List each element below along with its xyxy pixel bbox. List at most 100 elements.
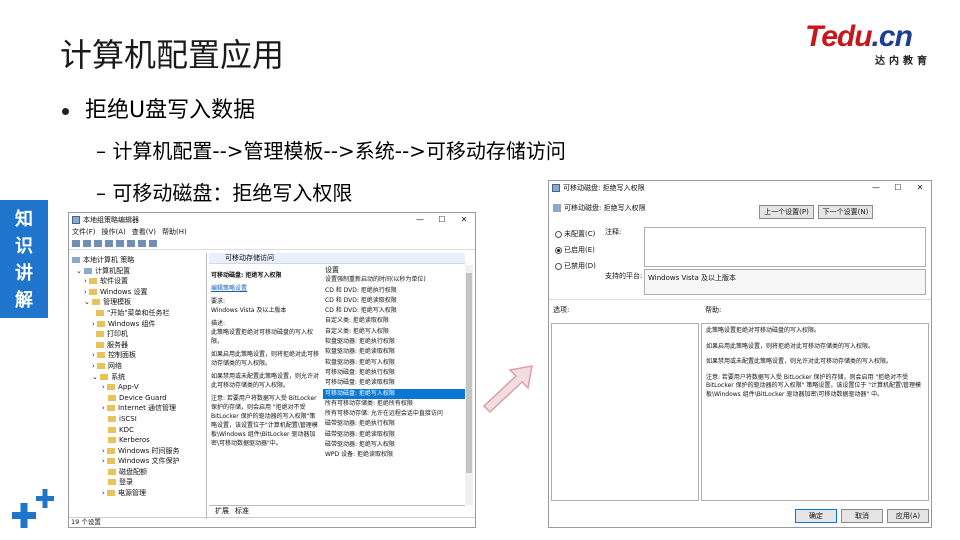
radio-enabled[interactable]: 已启用(E) <box>555 245 595 255</box>
help-paragraph: 注意: 若要用户将数据写入受 BitLocker 保护的存储，则会启用 "拒绝对… <box>706 373 922 398</box>
list-item[interactable]: CD 和 DVD: 拒绝执行权限 <box>323 286 465 296</box>
folder-icon <box>108 394 116 401</box>
tree-item[interactable]: iSCSI <box>70 414 206 425</box>
show-tree-icon[interactable] <box>105 240 113 247</box>
list-item-selected[interactable]: 可移动磁盘: 拒绝写入权限 <box>323 388 465 399</box>
computer-icon <box>72 257 80 263</box>
folder-icon <box>97 362 106 369</box>
tree-item[interactable]: › App-V <box>70 382 206 393</box>
prev-setting-button[interactable]: 上一个设置(P) <box>759 205 814 219</box>
edit-policy-link[interactable]: 编辑策略设置 <box>211 285 247 292</box>
tree-item[interactable]: 本地计算机 策略 <box>70 255 206 266</box>
list-item[interactable]: 磁带驱动器: 拒绝读取权限 <box>323 430 465 440</box>
radio-icon <box>555 230 562 238</box>
toolbar <box>69 238 475 250</box>
up-icon[interactable] <box>94 240 102 247</box>
tree-item[interactable]: › Windows 文件保护 <box>70 456 206 467</box>
minimize-icon[interactable]: — <box>865 181 887 195</box>
list-item[interactable]: 可移动磁盘: 拒绝执行权限 <box>323 368 465 378</box>
desc-disable: 如果禁用或未配置此策略设置，则允许对此可移动存储类的写入权限。 <box>211 373 320 389</box>
gpedit-app-icon <box>72 216 80 224</box>
menu-help[interactable]: 帮助(H) <box>162 228 187 236</box>
list-scrollbar[interactable] <box>465 265 473 505</box>
menu-view[interactable]: 查看(V) <box>132 228 156 236</box>
tree-item[interactable]: ⌄ 计算机配置 <box>70 266 206 277</box>
tree-item[interactable]: › 网络 <box>70 361 206 372</box>
tree-item[interactable]: KDC <box>70 425 206 436</box>
tree-item[interactable]: Device Guard <box>70 393 206 404</box>
tab-char: 知 <box>15 209 33 230</box>
policy-dialog: 可移动磁盘: 拒绝写入权限 — ☐ ✕ 可移动磁盘: 拒绝写入权限 上一个设置(P)… <box>548 180 932 528</box>
help-paragraph: 如果启用此策略设置，则将拒绝对此可移动存储类的写入权限。 <box>706 342 875 350</box>
properties-icon[interactable] <box>138 240 146 247</box>
export-icon[interactable] <box>116 240 124 247</box>
radio-not-configured[interactable]: 未配置(C) <box>555 229 595 239</box>
apply-button[interactable]: 应用(A) <box>887 509 929 523</box>
tree-item[interactable]: 打印机 <box>70 329 206 340</box>
list-item[interactable]: 软盘驱动器: 拒绝执行权限 <box>323 337 465 347</box>
maximize-icon[interactable]: ☐ <box>431 213 453 227</box>
list-item[interactable]: 软盘驱动器: 拒绝写入权限 <box>323 358 465 368</box>
help-icon[interactable] <box>127 240 135 247</box>
tree-item[interactable]: › 软件设置 <box>70 276 206 287</box>
comment-field[interactable] <box>644 227 926 267</box>
folder-icon <box>96 309 104 316</box>
menu-bar: 文件(F) 操作(A) 查看(V) 帮助(H) <box>69 227 475 238</box>
tree-item[interactable]: › 控制面板 <box>70 350 206 361</box>
close-icon[interactable]: ✕ <box>909 181 931 195</box>
cancel-button[interactable]: 取消 <box>841 509 883 523</box>
desc-text: 此策略设置拒绝对可移动磁盘的写入权限。 <box>211 329 314 345</box>
tree-item[interactable]: › Internet 通信管理 <box>70 403 206 414</box>
dialog-title: 可移动磁盘: 拒绝写入权限 <box>563 184 645 192</box>
tree-item[interactable]: 服务器 <box>70 340 206 351</box>
tree-item[interactable]: › Windows 设置 <box>70 287 206 298</box>
list-item[interactable]: 设置强制重新启动的时间(以秒为单位) <box>323 275 465 285</box>
tree-item[interactable]: 磁盘配额 <box>70 467 206 478</box>
forward-icon[interactable] <box>83 240 91 247</box>
list-item[interactable]: 软盘驱动器: 拒绝读取权限 <box>323 347 465 357</box>
menu-file[interactable]: 文件(F) <box>72 228 96 236</box>
list-item[interactable]: 自定义类: 拒绝读取权限 <box>323 316 465 326</box>
computer-icon <box>84 267 93 274</box>
list-header[interactable]: 设置 <box>323 265 465 275</box>
next-setting-button[interactable]: 下一个设置(N) <box>818 205 873 219</box>
folder-icon <box>108 415 116 422</box>
tree-item[interactable]: Kerberos <box>70 435 206 446</box>
filter-icon[interactable] <box>149 240 157 247</box>
close-icon[interactable]: ✕ <box>453 213 475 227</box>
list-item[interactable]: CD 和 DVD: 拒绝读取权限 <box>323 296 465 306</box>
minimize-icon[interactable]: — <box>409 213 431 227</box>
maximize-icon[interactable]: ☐ <box>887 181 909 195</box>
tab-extended[interactable]: 扩展 <box>215 507 229 515</box>
tab-standard[interactable]: 标准 <box>235 507 249 515</box>
gpedit-titlebar: 本地组策略编辑器 — ☐ ✕ <box>69 213 475 227</box>
policy-icon <box>553 204 561 212</box>
tree-item[interactable]: ⌄ 管理模板 <box>70 297 206 308</box>
tree-item[interactable]: › Windows 时间服务 <box>70 446 206 457</box>
back-icon[interactable] <box>72 240 80 247</box>
tree-item[interactable]: 登录 <box>70 477 206 488</box>
tree-item[interactable]: ⌄ 系统 <box>70 372 206 383</box>
help-paragraph: 如果禁用或未配置此策略设置，则允许对此可移动存储类的写入权限。 <box>706 358 893 365</box>
gpedit-title: 本地组策略编辑器 <box>83 216 139 224</box>
menu-action[interactable]: 操作(A) <box>102 228 126 236</box>
list-item[interactable]: 磁带驱动器: 拒绝执行权限 <box>323 419 465 429</box>
view-tabs: 扩展 标准 <box>209 505 465 516</box>
list-item[interactable]: 所有可移动存储类: 拒绝所有权限 <box>323 399 465 409</box>
tree-item[interactable]: › 电源管理 <box>70 488 206 499</box>
status-bar: 19 个设置 <box>69 517 475 527</box>
platform-label: 支持的平台: <box>605 272 643 280</box>
list-item[interactable]: 所有可移动存储: 允许在远程会话中直接访问 <box>323 409 465 419</box>
list-item[interactable]: CD 和 DVD: 拒绝写入权限 <box>323 306 465 316</box>
list-item[interactable]: 自定义类: 拒绝写入权限 <box>323 327 465 337</box>
tree-item[interactable]: "开始"菜单和任务栏 <box>70 308 206 319</box>
radio-disabled[interactable]: 已禁用(D) <box>555 261 596 271</box>
list-item[interactable]: WPD 设备: 拒绝读取权限 <box>323 450 465 460</box>
folder-icon <box>89 278 98 285</box>
tab-char: 识 <box>15 236 33 257</box>
tree-item[interactable]: › Windows 组件 <box>70 319 206 330</box>
list-item[interactable]: 磁带驱动器: 拒绝写入权限 <box>323 440 465 450</box>
bullet-main: 拒绝U盘写入数据 <box>62 92 255 124</box>
ok-button[interactable]: 确定 <box>795 509 837 523</box>
list-item[interactable]: 可移动磁盘: 拒绝读取权限 <box>323 378 465 388</box>
